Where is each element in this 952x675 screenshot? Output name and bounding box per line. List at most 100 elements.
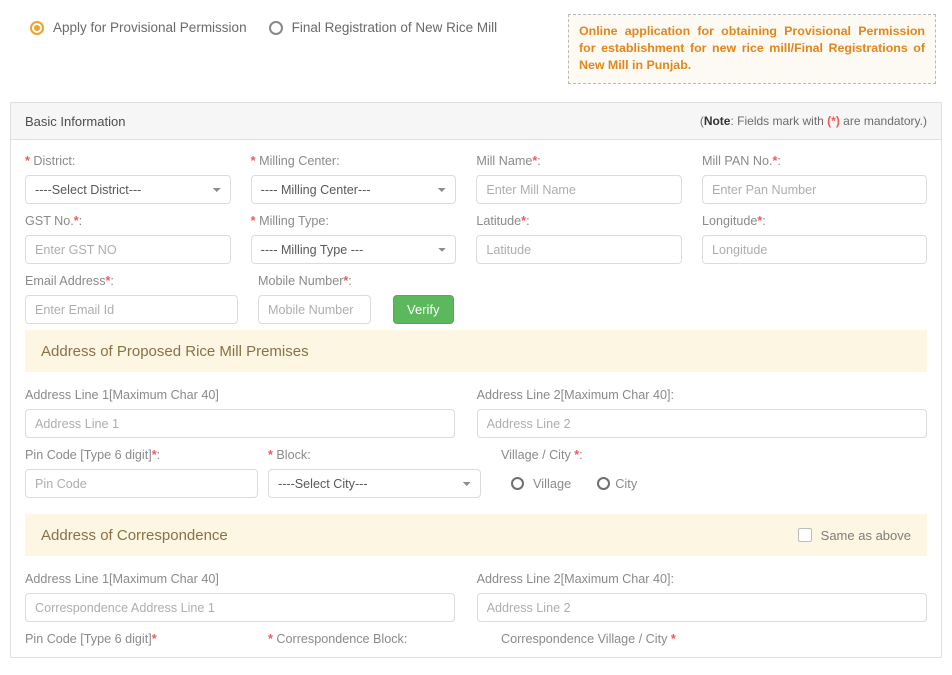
gst-no-label: GST No.*:: [25, 214, 231, 229]
premises-section-header: Address of Proposed Rice Mill Premises: [25, 330, 927, 372]
basic-information-panel: Basic Information (Note: Fields mark wit…: [10, 102, 942, 658]
form-row-2: GST No.*: * Milling Type: ---- Milling T…: [25, 214, 927, 264]
same-as-above-label: Same as above: [820, 527, 911, 543]
premises-pincode-colon: :: [156, 448, 161, 462]
correspondence-section-title: Address of Correspondence: [41, 526, 228, 544]
latitude-input[interactable]: [476, 235, 683, 264]
longitude-colon: :: [762, 214, 766, 228]
premises-address-line2-input[interactable]: [476, 409, 927, 438]
gst-no-label-text: GST No.: [25, 214, 74, 228]
form-row-1: * District: ----Select District--- * Mil…: [25, 154, 927, 204]
premises-block-select[interactable]: ----Select City---: [268, 469, 481, 498]
correspondence-section-header: Address of Correspondence Same as above: [25, 514, 927, 556]
panel-body: * District: ----Select District--- * Mil…: [11, 140, 941, 324]
correspondence-village-city-label: Correspondence Village / City *: [501, 632, 801, 647]
mobile-colon: :: [348, 274, 352, 288]
correspondence-block-field: * Correspondence Block:: [268, 632, 501, 653]
district-asterisk: *: [25, 154, 30, 168]
radio-option-final-registration-label: Final Registration of New Rice Mill: [291, 20, 498, 35]
premises-pincode-field: Pin Code [Type 6 digit]*:: [25, 448, 268, 498]
field-district: * District: ----Select District---: [25, 154, 251, 204]
premises-radio-village[interactable]: Village: [511, 476, 571, 491]
verify-button[interactable]: Verify: [393, 295, 454, 324]
email-input[interactable]: [25, 295, 238, 324]
notice-text: Online application for obtaining Provisi…: [579, 24, 925, 72]
same-as-above-toggle[interactable]: Same as above: [797, 527, 911, 543]
radio-option-provisional-permission-label: Apply for Provisional Permission: [53, 20, 247, 35]
radio-selected-icon[interactable]: [30, 20, 44, 35]
premises-block-field: * Block: ----Select City---: [268, 448, 501, 498]
district-label: * District:: [25, 154, 231, 169]
premises-village-city-radio-group: Village City: [501, 469, 801, 498]
note-bold-label: Note: [703, 114, 731, 128]
mill-name-label-text: Mill Name: [476, 154, 533, 168]
gst-no-colon: :: [78, 214, 83, 228]
field-mobile: Mobile Number*: Verify: [258, 274, 454, 324]
premises-block-label: * Block:: [268, 448, 481, 463]
mill-pan-input[interactable]: [702, 175, 927, 204]
note-mid-text: : Fields mark with: [730, 114, 828, 128]
premises-village-city-field: Village / City *: Village City: [501, 448, 801, 498]
correspondence-block-label: * Correspondence Block:: [268, 632, 481, 647]
correspondence-address-line2-input[interactable]: [476, 593, 927, 622]
longitude-label: Longitude*:: [702, 214, 927, 229]
milling-type-select[interactable]: ---- Milling Type ---: [250, 235, 457, 264]
radio-option-final-registration[interactable]: Final Registration of New Rice Mill: [268, 20, 498, 35]
premises-radio-city[interactable]: City: [597, 476, 637, 491]
mill-pan-colon: :: [777, 154, 781, 168]
milling-type-label: * Milling Type:: [251, 214, 457, 229]
premises-address-line2-label: Address Line 2[Maximum Char 40]:: [476, 388, 674, 402]
field-mill-pan: Mill PAN No.*:: [702, 154, 927, 204]
field-email: Email Address*:: [25, 274, 258, 324]
premises-block-label-text: Block:: [276, 448, 311, 462]
radio-unselected-icon[interactable]: [511, 477, 524, 490]
mobile-input[interactable]: [258, 295, 371, 324]
field-mill-name: Mill Name*:: [476, 154, 702, 204]
premises-radio-city-label: City: [615, 476, 638, 491]
milling-center-label-text: Milling Center:: [259, 154, 340, 168]
correspondence-address-line1-input[interactable]: [25, 593, 455, 622]
correspondence-address-line2-label: Address Line 2[Maximum Char 40]:: [476, 572, 674, 586]
correspondence-village-city-field: Correspondence Village / City *: [501, 632, 801, 653]
mill-name-colon: :: [537, 154, 541, 168]
mandatory-note: (Note: Fields mark with (*) are mandator…: [700, 114, 927, 128]
premises-pincode-label: Pin Code [Type 6 digit]*:: [25, 448, 258, 463]
milling-center-select[interactable]: ---- Milling Center---: [250, 175, 457, 204]
premises-address-line1-input[interactable]: [25, 409, 455, 438]
correspondence-address-row: Address Line 1[Maximum Char 40] Address …: [11, 572, 941, 622]
checkbox-unchecked-icon[interactable]: [797, 528, 812, 542]
premises-radio-village-label: Village: [533, 476, 572, 491]
note-asterisk: (*): [827, 114, 840, 128]
radio-option-provisional-permission[interactable]: Apply for Provisional Permission: [30, 20, 247, 35]
mobile-label-text: Mobile Number: [258, 274, 344, 288]
correspondence-block-label-text: Correspondence Block:: [276, 632, 408, 646]
correspondence-pincode-field: Pin Code [Type 6 digit]*: [25, 632, 268, 653]
correspondence-block-asterisk: *: [268, 632, 273, 646]
field-gst-no: GST No.*:: [25, 214, 251, 264]
premises-pincode-label-text: Pin Code [Type 6 digit]: [25, 448, 152, 462]
premises-address-line2: Address Line 2[Maximum Char 40]:: [476, 388, 927, 438]
longitude-input[interactable]: [702, 235, 927, 264]
latitude-label-text: Latitude: [476, 214, 522, 228]
radio-unselected-icon[interactable]: [268, 20, 283, 35]
milling-center-label: * Milling Center:: [251, 154, 457, 169]
premises-village-city-label-text: Village / City: [501, 448, 575, 462]
notice-banner: Online application for obtaining Provisi…: [568, 14, 936, 84]
panel-title: Basic Information: [25, 113, 126, 129]
district-select[interactable]: ----Select District---: [25, 175, 231, 204]
field-latitude: Latitude*:: [476, 214, 702, 264]
correspondence-pincode-asterisk: *: [151, 632, 157, 646]
radio-unselected-icon[interactable]: [597, 477, 611, 490]
mill-name-input[interactable]: [476, 175, 683, 204]
premises-village-city-label: Village / City *:: [501, 448, 801, 463]
gst-no-input[interactable]: [25, 235, 231, 264]
premises-pincode-input[interactable]: [25, 469, 258, 498]
premises-address-line1: Address Line 1[Maximum Char 40]: [25, 388, 477, 438]
top-bar: Apply for Provisional Permission Final R…: [0, 0, 952, 84]
correspondence-pincode-row: Pin Code [Type 6 digit]* * Correspondenc…: [11, 632, 941, 653]
district-label-text: District:: [33, 154, 76, 168]
panel-header: Basic Information (Note: Fields mark wit…: [11, 103, 941, 140]
mill-name-label: Mill Name*:: [476, 154, 682, 169]
correspondence-village-city-label-text: Correspondence Village / City: [501, 632, 671, 646]
email-label-text: Email Address: [25, 274, 106, 288]
